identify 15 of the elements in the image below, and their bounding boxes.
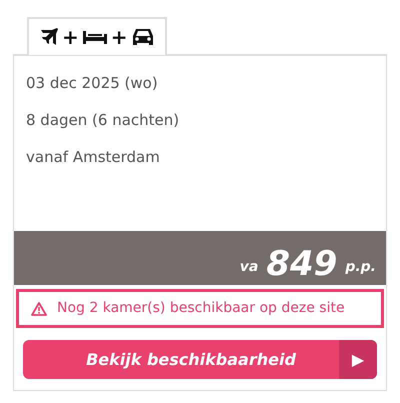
detail-text: 03 dec 2025 (wo) bbox=[26, 73, 159, 94]
detail-text: vanaf Amsterdam bbox=[26, 147, 161, 168]
detail-text: 8 dagen (6 nachten) bbox=[26, 110, 180, 131]
plus-sign: + bbox=[62, 24, 79, 51]
plane-icon bbox=[39, 28, 59, 46]
alert-text: Nog 2 kamer(s) beschikbaar op deze site bbox=[57, 299, 345, 318]
price-suffix: p.p. bbox=[345, 258, 376, 277]
warning-icon bbox=[31, 302, 47, 316]
price-amount: 849 bbox=[266, 247, 338, 281]
price-prefix: va bbox=[240, 258, 258, 277]
car-icon bbox=[130, 27, 155, 47]
availability-button[interactable]: Bekijk beschikbaarheid ▶ bbox=[23, 340, 377, 379]
bed-icon bbox=[82, 29, 108, 45]
transport-tab[interactable]: + + bbox=[27, 17, 167, 55]
plus-sign: + bbox=[110, 24, 128, 51]
